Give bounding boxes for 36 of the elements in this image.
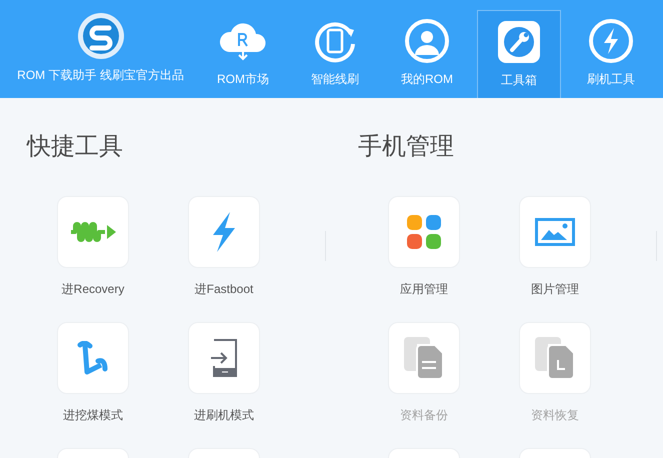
picture-icon [535, 218, 575, 246]
tool-tile[interactable] [188, 322, 260, 394]
tool-label: 应用管理 [400, 281, 448, 298]
tool-label: 资料恢复 [531, 407, 579, 424]
app-grid-icon [406, 214, 442, 250]
nav-tab[interactable]: 工具箱 [477, 10, 561, 98]
phone-enter-icon [210, 339, 238, 377]
tool-tile[interactable] [57, 196, 129, 268]
tool-tile[interactable] [519, 322, 591, 394]
documents-icon [534, 336, 576, 380]
tool-label: 图片管理 [531, 281, 579, 298]
section-title: 手机管理 [358, 132, 455, 162]
nav-tab[interactable]: 我的ROM [385, 10, 469, 98]
user-icon [404, 18, 450, 64]
logo-icon [76, 12, 124, 60]
wrench-icon [497, 20, 541, 64]
tool-tile[interactable] [57, 322, 129, 394]
nav-tab[interactable]: ROM市场 [201, 10, 285, 98]
tool-tile[interactable] [188, 196, 260, 268]
tool-label: 进刷机模式 [194, 407, 254, 424]
section-title: 快捷工具 [27, 132, 124, 162]
tool-label: 资料备份 [400, 407, 448, 424]
tool-label: 进Recovery [62, 281, 124, 298]
pickaxe-icon [77, 341, 109, 375]
tool-tile[interactable] [388, 322, 460, 394]
squiggle-arrow-icon [69, 220, 117, 244]
tool-tile[interactable] [388, 196, 460, 268]
documents-icon [403, 336, 445, 380]
tool-label: 进挖煤模式 [63, 407, 123, 424]
logo-caption: ROM 下载助手 线刷宝官方出品 [17, 67, 184, 84]
lightning-icon [588, 18, 634, 64]
nav-tab[interactable]: 智能线刷 [293, 10, 377, 98]
tool-tile[interactable] [519, 196, 591, 268]
nav-tab[interactable]: 刷机工具 [569, 10, 653, 98]
tool-label: 进Fastboot [194, 281, 254, 298]
lightning-icon [211, 211, 237, 253]
